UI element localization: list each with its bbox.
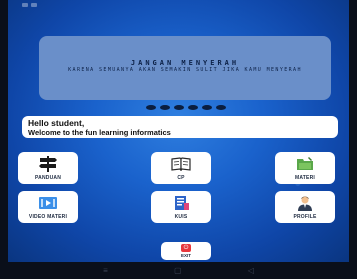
carousel-dot[interactable] xyxy=(216,105,226,110)
carousel-dot[interactable] xyxy=(146,105,156,110)
user-profile-icon xyxy=(275,194,335,211)
greeting-card: Hello student, Welcome to the fun learni… xyxy=(22,116,338,138)
status-icon xyxy=(31,3,37,7)
power-icon: ⏻ xyxy=(181,244,191,252)
profile-button[interactable]: PROFILE xyxy=(275,191,335,223)
kuis-label: KUIS xyxy=(174,214,188,220)
home-screen: JANGAN MENYERAH KARENA SEMUANYA AKAN SEM… xyxy=(8,0,349,262)
video-player-icon xyxy=(18,194,78,211)
panduan-label: PANDUAN xyxy=(34,175,62,181)
exit-button[interactable]: ⏻ EXIT xyxy=(161,242,211,260)
materi-label: MATERI xyxy=(295,175,315,181)
home-icon[interactable]: ▢ xyxy=(174,266,182,276)
video-materi-button[interactable]: VIDEO MATERI xyxy=(18,191,78,223)
video-materi-label: VIDEO MATERI xyxy=(28,214,68,220)
banner-title: JANGAN MENYERAH xyxy=(130,59,240,67)
cp-label: CP xyxy=(177,175,185,181)
greeting-message: Welcome to the fun learning informatics xyxy=(28,128,171,137)
open-book-icon xyxy=(151,155,211,172)
phone-frame: JANGAN MENYERAH KARENA SEMUANYA AKAN SEM… xyxy=(0,0,357,279)
exit-label: EXIT xyxy=(180,253,191,258)
android-nav-bar: ≡ ▢ ◁ xyxy=(0,262,357,279)
status-icon xyxy=(22,3,28,7)
panduan-button[interactable]: PANDUAN xyxy=(18,152,78,184)
carousel-dot[interactable] xyxy=(188,105,198,110)
motivation-banner[interactable]: JANGAN MENYERAH KARENA SEMUANYA AKAN SEM… xyxy=(39,36,331,100)
carousel-indicator xyxy=(146,105,226,110)
back-icon[interactable]: ◁ xyxy=(248,266,254,276)
materi-button[interactable]: MATERI xyxy=(275,152,335,184)
cp-button[interactable]: CP xyxy=(151,152,211,184)
carousel-dot[interactable] xyxy=(160,105,170,110)
kuis-button[interactable]: KUIS xyxy=(151,191,211,223)
profile-label: PROFILE xyxy=(293,214,317,220)
banner-subtitle: KARENA SEMUANYA AKAN SEMAKIN SULIT JIKA … xyxy=(68,67,302,73)
greeting-title: Hello student, xyxy=(28,118,85,128)
recent-apps-icon[interactable]: ≡ xyxy=(103,266,108,276)
signpost-icon xyxy=(18,155,78,172)
carousel-dot[interactable] xyxy=(174,105,184,110)
status-bar-icons xyxy=(22,3,37,7)
folder-icon xyxy=(275,155,335,172)
carousel-dot[interactable] xyxy=(202,105,212,110)
quiz-icon xyxy=(151,194,211,211)
